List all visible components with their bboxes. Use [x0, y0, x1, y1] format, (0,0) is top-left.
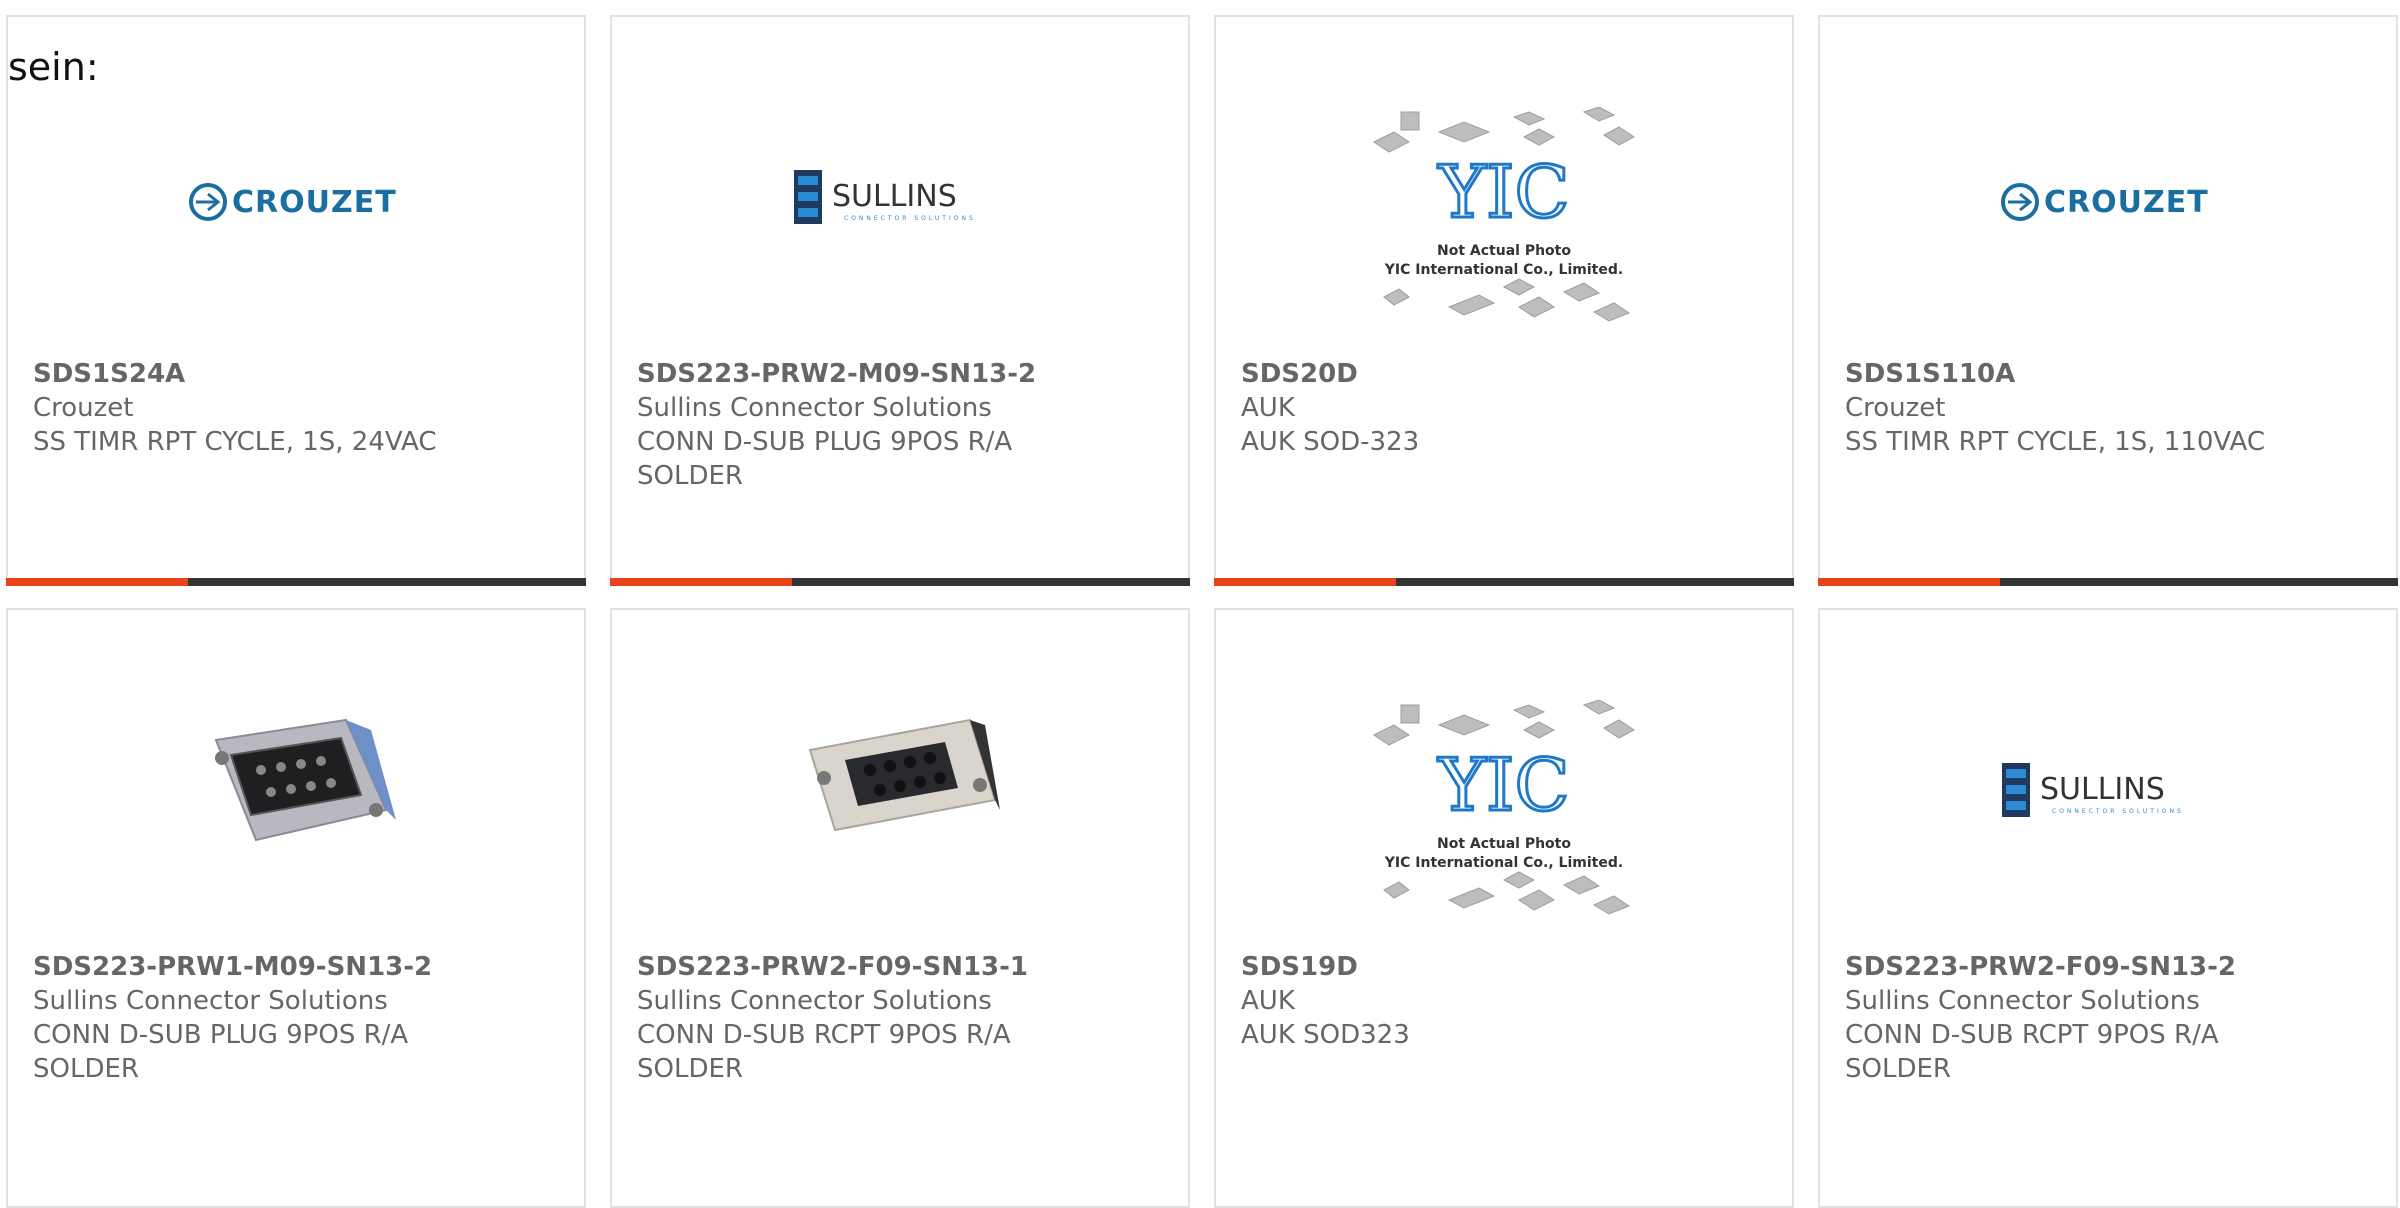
sullins-logo-tagline: CONNECTOR SOLUTIONS	[2052, 808, 2184, 815]
sullins-logo-icon: SULLINS CONNECTOR SOLUTIONS	[2002, 763, 2184, 817]
manufacturer: Crouzet	[33, 393, 134, 423]
description: SS TIMR RPT CYCLE, 1S, 110VAC	[1845, 427, 2266, 457]
part-number[interactable]: SDS223-PRW1-M09-SN13-2	[33, 950, 559, 984]
product-card[interactable]: YIC Not Actual Photo YIC International C…	[1214, 608, 1794, 1208]
dsub-plug-photo	[196, 680, 396, 880]
dsub-receptacle-icon	[808, 718, 1000, 832]
yic-logo-text: YIC	[1437, 150, 1569, 234]
part-number[interactable]: SDS223-PRW2-F09-SN13-2	[1845, 950, 2371, 984]
product-card[interactable]: CROUZET SDS1S110A Crouzet SS TIMR RPT CY…	[1818, 15, 2398, 586]
sullins-logo-image: SULLINS CONNECTOR SOLUTIONS	[790, 157, 1010, 237]
manufacturer: Sullins Connector Solutions	[637, 986, 992, 1016]
manufacturer: Sullins Connector Solutions	[637, 393, 992, 423]
product-card[interactable]: YIC Not Actual Photo YIC International C…	[1214, 15, 1794, 586]
card-accent-bar	[1214, 578, 1794, 586]
part-number[interactable]: SDS20D	[1241, 357, 1767, 391]
sullins-logo-icon: SULLINS CONNECTOR SOLUTIONS	[794, 170, 976, 224]
manufacturer: Sullins Connector Solutions	[33, 986, 388, 1016]
crouzet-logo-text: CROUZET	[2044, 185, 2209, 220]
crouzet-logo-icon: CROUZET	[189, 183, 397, 221]
part-number[interactable]: SDS19D	[1241, 950, 1767, 984]
description: SS TIMR RPT CYCLE, 1S, 24VAC	[33, 427, 437, 457]
yic-company-label: YIC International Co., Limited.	[1384, 262, 1623, 278]
description: CONN D-SUB RCPT 9POS R/A SOLDER	[637, 1020, 1011, 1084]
card-accent-bar	[610, 578, 1190, 586]
sullins-logo-tagline: CONNECTOR SOLUTIONS	[844, 215, 976, 222]
manufacturer: AUK	[1241, 986, 1295, 1016]
card-accent-bar	[1818, 578, 2398, 586]
yic-placeholder-image: YIC Not Actual Photo YIC International C…	[1369, 107, 1639, 347]
crouzet-logo-image: CROUZET	[186, 162, 406, 242]
manufacturer: Crouzet	[1845, 393, 1946, 423]
sullins-logo-text: SULLINS	[832, 179, 957, 214]
part-number[interactable]: SDS1S110A	[1845, 357, 2371, 391]
dsub-receptacle-photo	[800, 680, 1000, 880]
product-card[interactable]: SULLINS CONNECTOR SOLUTIONS SDS223-PRW2-…	[610, 15, 1190, 586]
not-actual-photo-label: Not Actual Photo	[1437, 243, 1571, 259]
product-card[interactable]: SDS223-PRW2-F09-SN13-1 Sullins Connector…	[610, 608, 1190, 1208]
product-card[interactable]: CROUZET SDS1S24A Crouzet SS TIMR RPT CYC…	[6, 15, 586, 586]
intro-text: sein:	[8, 45, 99, 89]
part-number[interactable]: SDS1S24A	[33, 357, 559, 391]
sullins-logo-image: SULLINS CONNECTOR SOLUTIONS	[1998, 750, 2218, 830]
yic-logo-text: YIC	[1437, 743, 1569, 827]
description: AUK SOD-323	[1241, 427, 1420, 457]
card-accent-bar	[6, 578, 586, 586]
crouzet-logo-image: CROUZET	[1998, 162, 2218, 242]
crouzet-logo-icon: CROUZET	[2001, 183, 2209, 221]
product-card[interactable]: SDS223-PRW1-M09-SN13-2 Sullins Connector…	[6, 608, 586, 1208]
dsub-plug-icon	[214, 718, 396, 842]
manufacturer: Sullins Connector Solutions	[1845, 986, 2200, 1016]
description: CONN D-SUB PLUG 9POS R/A SOLDER	[33, 1020, 409, 1084]
part-number[interactable]: SDS223-PRW2-M09-SN13-2	[637, 357, 1163, 391]
part-number[interactable]: SDS223-PRW2-F09-SN13-1	[637, 950, 1163, 984]
description: CONN D-SUB PLUG 9POS R/A SOLDER	[637, 427, 1013, 491]
sullins-logo-text: SULLINS	[2040, 772, 2165, 807]
crouzet-logo-text: CROUZET	[232, 185, 397, 220]
product-grid: CROUZET SDS1S24A Crouzet SS TIMR RPT CYC…	[6, 15, 2400, 1208]
description: CONN D-SUB RCPT 9POS R/A SOLDER	[1845, 1020, 2219, 1084]
manufacturer: AUK	[1241, 393, 1295, 423]
yic-placeholder-image: YIC Not Actual Photo YIC International C…	[1369, 700, 1639, 940]
yic-company-label: YIC International Co., Limited.	[1384, 855, 1623, 871]
not-actual-photo-label: Not Actual Photo	[1437, 836, 1571, 852]
description: AUK SOD323	[1241, 1020, 1410, 1050]
product-card[interactable]: SULLINS CONNECTOR SOLUTIONS SDS223-PRW2-…	[1818, 608, 2398, 1208]
chip-placeholder-icon: YIC Not Actual Photo YIC International C…	[1373, 107, 1635, 322]
chip-placeholder-icon: YIC Not Actual Photo YIC International C…	[1373, 700, 1635, 915]
